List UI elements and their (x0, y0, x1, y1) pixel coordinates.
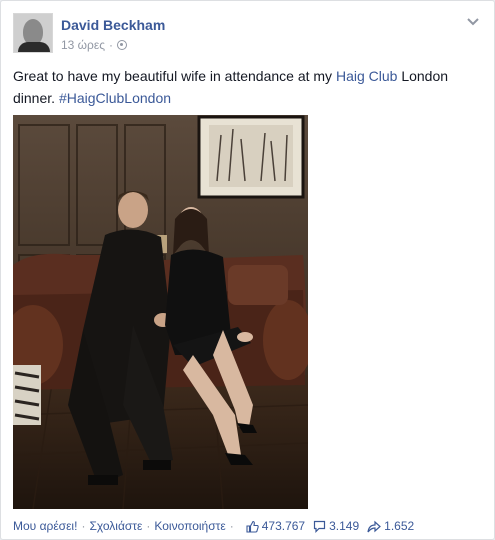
post-photo[interactable] (13, 115, 308, 509)
share-action[interactable]: Κοινοποιήστε (154, 519, 225, 533)
message-text-1: Great to have my beautiful wife in atten… (13, 68, 336, 84)
comments-stat[interactable]: 3.149 (313, 519, 359, 533)
shares-count: 1.652 (384, 519, 415, 533)
thumbs-up-icon (246, 520, 259, 533)
post-card: David Beckham 13 ώρες · Great to have my… (0, 0, 495, 540)
likes-count: 473.767 (261, 519, 306, 533)
post-message: Great to have my beautiful wife in atten… (13, 65, 483, 109)
comment-icon (314, 520, 326, 533)
likes-stat[interactable]: 473.767 (246, 519, 305, 533)
post-header: David Beckham 13 ώρες · (13, 13, 482, 57)
post-actions: Μου αρέσει! · Σχολιάστε · Κοινοποιήστε ·… (13, 517, 482, 535)
action-separator: · (146, 519, 151, 533)
action-separator: · (229, 519, 234, 533)
shares-stat[interactable]: 1.652 (367, 519, 414, 533)
photo-illustration (13, 115, 308, 509)
author-name[interactable]: David Beckham (61, 17, 165, 33)
chevron-down-icon[interactable] (466, 17, 480, 27)
avatar-body (18, 42, 50, 52)
comments-count: 3.149 (329, 519, 360, 533)
avatar[interactable] (13, 13, 53, 53)
comment-action[interactable]: Σχολιάστε (89, 519, 142, 533)
post-meta: 13 ώρες · (61, 38, 128, 52)
action-separator: · (81, 519, 86, 533)
like-action[interactable]: Μου αρέσει! (13, 519, 77, 533)
hashtag-link[interactable]: #HaigClubLondon (59, 90, 171, 106)
meta-separator: · (109, 38, 114, 52)
globe-icon[interactable] (117, 40, 128, 50)
haig-club-link[interactable]: Haig Club (336, 68, 397, 84)
share-arrow-icon (367, 520, 382, 532)
post-timestamp[interactable]: 13 ώρες (61, 38, 105, 52)
